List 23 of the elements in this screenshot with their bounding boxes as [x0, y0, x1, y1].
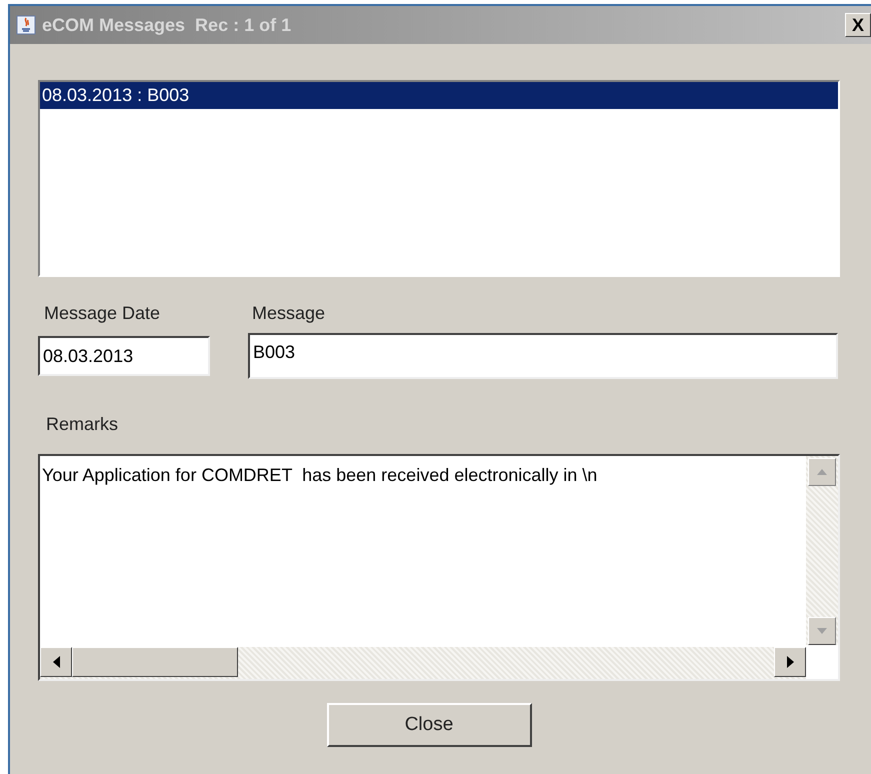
- vertical-scrollbar[interactable]: [806, 456, 838, 645]
- down-arrow-icon: [817, 628, 827, 634]
- right-arrow-icon: [786, 656, 794, 668]
- field-label: Message Date: [43, 302, 162, 325]
- input-field[interactable]: 08.03.2013: [38, 336, 210, 376]
- window-title: eCOM Messages Rec : 1 of 1: [42, 14, 292, 37]
- close-button[interactable]: Close: [326, 703, 532, 747]
- list-item[interactable]: 08.03.2013 : B003: [40, 82, 838, 109]
- scroll-down-button[interactable]: [808, 617, 836, 645]
- close-icon[interactable]: X: [845, 13, 871, 37]
- scroll-left-button[interactable]: [40, 647, 72, 677]
- input-field[interactable]: B003: [248, 333, 838, 379]
- scroll-up-button[interactable]: [808, 458, 836, 486]
- remarks-area[interactable]: Your Application for COMDRET has been received electronically in \n: [38, 454, 840, 681]
- left-arrow-icon: [52, 656, 60, 668]
- app-icon: [16, 15, 36, 35]
- scroll-right-button[interactable]: [774, 647, 806, 677]
- field-label: Remarks: [45, 413, 120, 436]
- remarks-text: Your Application for COMDRET has been received electronically in \n: [42, 464, 598, 487]
- up-arrow-icon: [817, 469, 827, 475]
- horizontal-scrollbar[interactable]: [40, 647, 806, 679]
- field-label: Message: [252, 302, 326, 325]
- scroll-thumb[interactable]: [72, 647, 238, 677]
